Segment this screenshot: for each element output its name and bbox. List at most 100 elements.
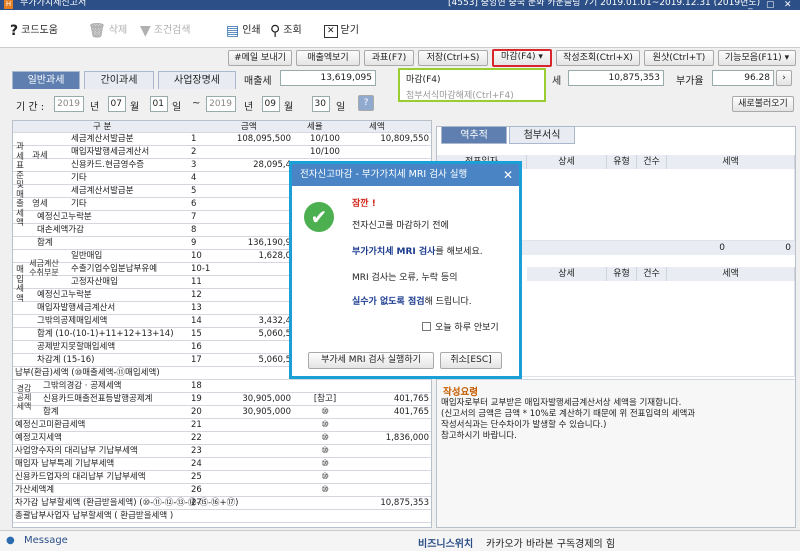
payable-label: 세 bbox=[552, 76, 562, 87]
table-row[interactable]: 사업양수자의 대리납부 기납부세액 23 ⑩ bbox=[13, 445, 431, 458]
dialog-line4: 실수가 없도록 점검해 드립니다. bbox=[352, 294, 472, 307]
from-month-field[interactable]: 07 bbox=[108, 96, 126, 112]
grid1-header-tax: 세액 bbox=[667, 155, 795, 169]
cancel-button[interactable]: 취소[ESC] bbox=[440, 352, 502, 369]
table-row[interactable]: 총괄납부사업자 납부할세액 ( 환급받을세액 ) bbox=[13, 510, 431, 523]
close-button[interactable]: ✕ 닫기 bbox=[324, 22, 359, 40]
dialog-line3: MRI 검사는 오류, 누락 등의 bbox=[352, 273, 458, 283]
dialog-line2: 부가가치세 MRI 검사를 해보세요. bbox=[352, 244, 483, 257]
row-tax: 401,765 bbox=[393, 394, 429, 404]
tab-reverse-trace[interactable]: 역추적 bbox=[441, 126, 507, 144]
dialog-title: 전자신고마감 - 부가가치세 MRI 검사 실행 bbox=[300, 169, 468, 180]
row-label: 예정고지세액 bbox=[15, 433, 62, 443]
tab-business-detail[interactable]: 사업장명세 bbox=[158, 71, 236, 89]
email-button[interactable]: #메일 보내기 bbox=[228, 50, 292, 66]
close-window-button[interactable]: ✕ bbox=[784, 0, 792, 10]
table-row[interactable]: 차가감 납부할세액 (환급받을세액) (⑩-⑪-⑫-⑬-⑭-⑮-⑯+⑰) 27 10… bbox=[13, 497, 431, 510]
table-row[interactable]: 세금계산서발급분 1 108,095,500 10/100 10,809,550 bbox=[13, 133, 431, 146]
check-icon: ✔ bbox=[304, 202, 334, 232]
tab-attachments[interactable]: 첨부서식 bbox=[509, 126, 575, 144]
row-number: 16 bbox=[191, 342, 202, 352]
write-query-button[interactable]: 작성조회(Ctrl+X) bbox=[556, 50, 640, 66]
dialog-line4-bold: 실수가 없도록 점검 bbox=[352, 297, 425, 307]
row-amount: 3,432,4 bbox=[258, 316, 291, 326]
table-row[interactable]: 신용카드업자의 대리납부 기납부세액 25 ⑩ bbox=[13, 471, 431, 484]
group-purchase: 매입세액 bbox=[16, 265, 24, 304]
row-rate: ⑩ bbox=[321, 433, 329, 443]
restore-button[interactable]: ▢ bbox=[766, 0, 775, 10]
tab-general-tax[interactable]: 일반과세 bbox=[12, 71, 80, 89]
row-amount: 28,095,4 bbox=[253, 160, 291, 170]
row-number: 20 bbox=[191, 407, 202, 417]
dialog-close-icon[interactable]: ✕ bbox=[503, 164, 513, 186]
deadline-f4-button[interactable]: 마감(F4) ▾ bbox=[492, 49, 552, 67]
day-word: 일 bbox=[172, 102, 182, 113]
row-number: 3 bbox=[191, 160, 197, 170]
table-row[interactable]: 예정고지세액 22 ⑩ 1,836,000 bbox=[13, 432, 431, 445]
minimize-button[interactable]: _ bbox=[748, 0, 753, 10]
dont-show-checkbox[interactable] bbox=[422, 322, 431, 331]
row-label: 일반매입 bbox=[71, 251, 103, 261]
tab-simplified-tax[interactable]: 간이과세 bbox=[84, 71, 154, 89]
table-row[interactable]: 그밖의경감 · 공제세액 18 bbox=[13, 380, 431, 393]
grid1-header-count: 건수 bbox=[637, 155, 667, 169]
table-row[interactable]: 매입자발행세금계산서 2 10/100 bbox=[13, 146, 431, 159]
row-number: 14 bbox=[191, 316, 202, 326]
row-number: 6 bbox=[191, 199, 197, 209]
row-number: 24 bbox=[191, 459, 202, 469]
biz-news-link[interactable]: 카카오가 바라본 구독경제의 힘 bbox=[486, 535, 615, 550]
table-row[interactable]: 합계 20 30,905,000 ⑩ 401,765 bbox=[13, 406, 431, 419]
row-label: 세금계산서발급분 bbox=[71, 186, 134, 196]
menu-item-deadline[interactable]: 마감(F4) bbox=[406, 72, 441, 85]
row-label: 그밖의경감 · 공제세액 bbox=[43, 381, 122, 391]
help-code-button[interactable]: ? 코드도움 bbox=[10, 22, 58, 40]
row-number: 26 bbox=[191, 485, 202, 495]
row-label: 예정신고누락분 bbox=[37, 290, 92, 300]
excel-view-button[interactable]: 매출엑보기 bbox=[296, 50, 360, 66]
row-rate: ⑩ bbox=[321, 459, 329, 469]
row-label: 공제받지못할매입세액 bbox=[37, 342, 116, 352]
table-row[interactable]: 신용카드매출전표등발행공제계 19 30,905,000 [참고] 401,765 bbox=[13, 393, 431, 406]
toolbar: ? 코드도움 🗑 삭제 ▼ 조건검색 ▤ 인쇄 ⚲ 조회 ✕ 닫기 bbox=[0, 10, 800, 48]
filter-search-button[interactable]: ▼ 조건검색 bbox=[140, 22, 191, 40]
row-rate: ⑩ bbox=[321, 446, 329, 456]
deadline-f4-label: 마감(F4) bbox=[501, 52, 536, 62]
dont-show-today[interactable]: 오늘 하루 안보기 bbox=[422, 320, 499, 333]
function-menu-button[interactable]: 기능모음(F11) ▾ bbox=[718, 50, 796, 66]
dialog-line1: 전자신고를 마감하기 전에 bbox=[352, 221, 449, 231]
table-row[interactable]: 매입자 납부특례 기납부세액 24 ⑩ bbox=[13, 458, 431, 471]
delete-button[interactable]: 🗑 삭제 bbox=[88, 22, 127, 40]
print-button[interactable]: ▤ 인쇄 bbox=[226, 22, 261, 40]
from-year-field[interactable]: 2019 bbox=[54, 96, 84, 112]
table-row[interactable]: 예정신고미환급세액 21 ⑩ bbox=[13, 419, 431, 432]
reload-button[interactable]: 새로불러오기 bbox=[732, 96, 794, 112]
group-tax-invoice: 세금계산수취부분 bbox=[29, 259, 59, 277]
to-day-field[interactable]: 30 bbox=[312, 96, 330, 112]
row-label: 합계 (10-(10-1)+11+12+13+14) bbox=[37, 329, 174, 339]
menu-item-cancel-attachment-deadline[interactable]: 첨부서식마감해제(Ctrl+F4) bbox=[406, 88, 514, 101]
run-mri-check-button[interactable]: 부가세 MRI 검사 실행하기 bbox=[308, 352, 434, 369]
row-amount: 30,905,000 bbox=[242, 394, 291, 404]
col-header-category: 구 분 bbox=[93, 122, 112, 132]
to-year-field[interactable]: 2019 bbox=[206, 96, 236, 112]
oneshot-button[interactable]: 원샷(Ctrl+T) bbox=[644, 50, 714, 66]
row-label: 수출기업수입분납부유예 bbox=[71, 264, 158, 274]
message-label[interactable]: Message bbox=[24, 535, 68, 546]
from-day-field[interactable]: 01 bbox=[150, 96, 168, 112]
row-label: 기타 bbox=[71, 173, 87, 183]
row-number: 22 bbox=[191, 433, 202, 443]
filter-search-label: 조건검색 bbox=[153, 25, 191, 36]
search-button[interactable]: ⚲ 조회 bbox=[270, 22, 302, 40]
to-month-field[interactable]: 09 bbox=[262, 96, 280, 112]
notes-line: 참고하시기 바랍니다. bbox=[441, 431, 517, 441]
save-button[interactable]: 저장(Ctrl+S) bbox=[418, 50, 488, 66]
tax-base-f7-button[interactable]: 과표(F7) bbox=[364, 50, 414, 66]
period-help-button[interactable]: ? bbox=[358, 95, 374, 111]
group-taxable: 과세 bbox=[32, 151, 48, 161]
row-label: 납부(환급)세액 (⑩매출세액-⑪매입세액) bbox=[15, 368, 160, 378]
row-label: 매입자 납부특례 기납부세액 bbox=[15, 459, 115, 469]
month-word: 월 bbox=[130, 102, 140, 113]
row-number: 5 bbox=[191, 186, 197, 196]
table-row[interactable]: 가산세액계 26 ⑩ bbox=[13, 484, 431, 497]
next-arrow-button[interactable]: › bbox=[776, 70, 792, 86]
